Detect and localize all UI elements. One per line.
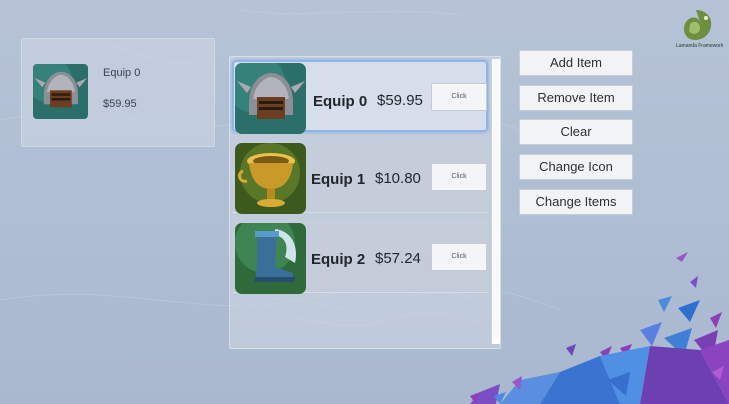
item-click-button[interactable]: Click [431, 163, 487, 191]
item-click-button[interactable]: Click [431, 83, 487, 111]
item-price: $59.95 [377, 92, 423, 109]
remove-item-button[interactable]: Remove Item [519, 85, 633, 111]
logo-text: Lamanda Framework [676, 43, 724, 49]
change-items-button[interactable]: Change Items [519, 189, 633, 215]
selected-item-preview: Equip 0 $59.95 [21, 38, 215, 147]
helmet-icon [33, 64, 88, 119]
scrollbar-handle[interactable] [493, 60, 499, 339]
golden-chalice-icon [235, 143, 306, 214]
item-name: Equip 1 [311, 171, 366, 188]
list-item[interactable]: Equip 2 $57.24 Click [232, 220, 488, 294]
list-item[interactable]: Equip 1 $10.80 Click [232, 140, 488, 214]
item-click-button[interactable]: Click [431, 243, 487, 271]
preview-item-name: Equip 0 [103, 67, 141, 79]
item-list[interactable]: Equip 0 $59.95 Click Equip 1 $10.80 Clic… [229, 56, 501, 349]
winged-boot-icon [235, 223, 306, 294]
list-item[interactable]: Equip 0 $59.95 Click [232, 60, 488, 134]
item-name: Equip 0 [313, 93, 368, 110]
list-scrollbar[interactable] [491, 59, 500, 344]
change-icon-button[interactable]: Change Icon [519, 154, 633, 180]
item-price: $57.24 [375, 250, 421, 267]
helmet-icon [235, 63, 306, 134]
item-name: Equip 2 [311, 251, 366, 268]
add-item-button[interactable]: Add Item [519, 50, 633, 76]
item-price: $10.80 [375, 170, 421, 187]
clear-button[interactable]: Clear [519, 119, 633, 145]
preview-item-price: $59.95 [103, 98, 137, 110]
